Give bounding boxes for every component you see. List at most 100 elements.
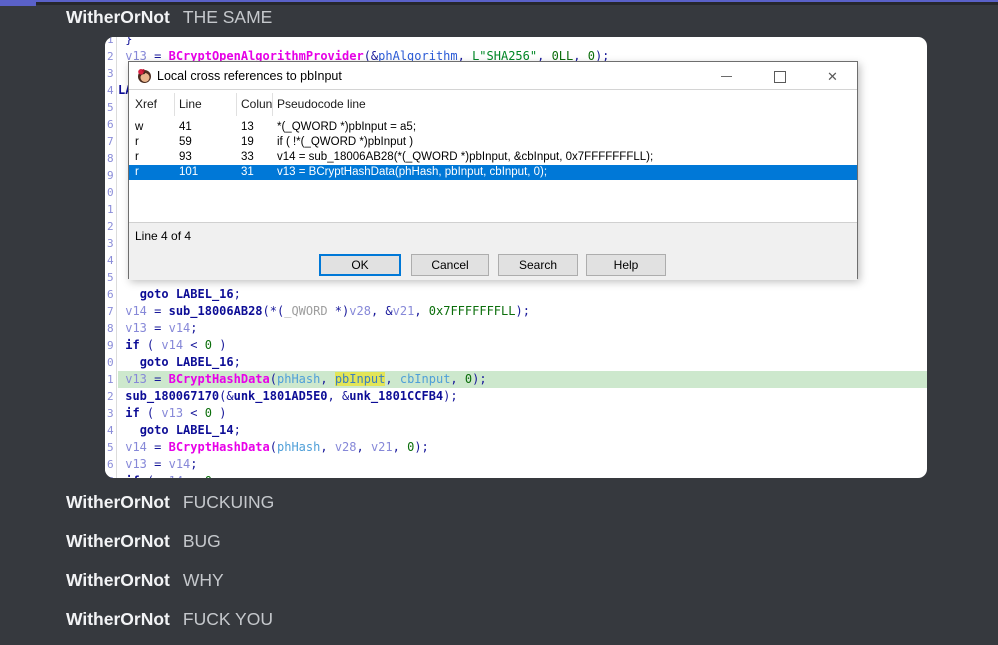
line-number: 5 (107, 99, 117, 116)
dialog-footer: Line 4 of 4 OK Cancel Search Help (129, 222, 857, 280)
message-content: FUCKUING (183, 492, 274, 513)
pseudocode-line: v13 = BCryptHashData(phHash, pbInput, cb… (118, 371, 927, 388)
xref-cell: 31 (241, 165, 254, 180)
line-number: 5 (107, 269, 117, 286)
top-divider (0, 0, 998, 5)
line-number: 6 (107, 116, 117, 133)
line-number: 1 (107, 201, 117, 218)
xref-row[interactable]: r 59 19 if ( !*(_QWORD *)pbInput ) (129, 135, 857, 150)
ida-mascot-icon (136, 68, 152, 84)
pseudocode-line: v14 = BCryptHashData(phHash, v28, v21, 0… (118, 439, 927, 456)
status-text: Line 4 of 4 (135, 229, 191, 243)
column-separator[interactable] (174, 93, 175, 116)
xref-cell: r (135, 150, 139, 165)
pseudocode-line: sub_180067170(&unk_1801AD5E0, &unk_1801C… (118, 388, 927, 405)
pseudocode-line: v13 = v14; (118, 320, 927, 337)
line-number-margin: 123456789012345678901234567 (105, 37, 117, 478)
line-number: 2 (107, 218, 117, 235)
line-number: 4 (107, 252, 117, 269)
line-number: 1 (107, 371, 117, 388)
message-content: FUCK YOU (183, 609, 273, 630)
message-content: BUG (183, 531, 221, 552)
xref-cell: v14 = sub_18006AB28(*(_QWORD *)pbInput, … (277, 150, 653, 165)
chat-message: WitherOrNot FUCKUING (66, 492, 274, 531)
line-number: 2 (107, 388, 117, 405)
line-number: 8 (107, 150, 117, 167)
xref-table-header: Xref Line Colun Pseudocode line (129, 91, 857, 118)
column-header-column[interactable]: Colun (241, 97, 272, 111)
pseudocode-line: goto LABEL_16; (118, 354, 927, 371)
message-author[interactable]: WitherOrNot (66, 609, 170, 630)
close-icon[interactable] (825, 68, 841, 84)
line-number: 1 (107, 37, 117, 48)
xref-row[interactable]: r 101 31 v13 = BCryptHashData(phHash, pbInp… (129, 165, 857, 180)
xref-cell: *(_QWORD *)pbInput = a5; (277, 120, 416, 135)
line-number: 4 (107, 422, 117, 439)
line-number: 5 (107, 439, 117, 456)
pseudocode-line: goto LABEL_16; (118, 286, 927, 303)
pseudocode-line: v14 = sub_18006AB28(*(_QWORD *)v28, &v21… (118, 303, 927, 320)
pseudocode-line: if ( v14 < 0 (118, 473, 927, 478)
line-number: 9 (107, 167, 117, 184)
column-header-pseudocode[interactable]: Pseudocode line (277, 97, 366, 111)
message-content: WHY (183, 570, 224, 591)
column-separator[interactable] (236, 93, 237, 116)
line-number: 7 (107, 473, 117, 478)
xref-row[interactable]: w 41 13 *(_QWORD *)pbInput = a5; (129, 120, 857, 135)
minimize-icon[interactable] (719, 68, 735, 84)
xref-cell: 33 (241, 150, 254, 165)
top-divider-accent (0, 2, 36, 6)
line-number: 2 (107, 48, 117, 65)
xref-cell: w (135, 120, 143, 135)
message-author[interactable]: WitherOrNot (66, 7, 170, 28)
xref-table-body: w 41 13 *(_QWORD *)pbInput = a5; r 59 19 if ( !… (129, 118, 857, 222)
pseudocode-line: v13 = v14; (118, 456, 927, 473)
line-number: 3 (107, 405, 117, 422)
column-header-line[interactable]: Line (179, 97, 202, 111)
xref-cell: 13 (241, 120, 254, 135)
xref-cell: if ( !*(_QWORD *)pbInput ) (277, 135, 413, 150)
line-number: 3 (107, 235, 117, 252)
xref-cell: 101 (179, 165, 198, 180)
line-number: 0 (107, 184, 117, 201)
line-number: 3 (107, 65, 117, 82)
search-button[interactable]: Search (498, 254, 578, 276)
xref-dialog: Local cross references to pbInput Xref L… (128, 61, 858, 279)
line-number: 7 (107, 303, 117, 320)
xref-cell: r (135, 135, 139, 150)
line-number: 9 (107, 337, 117, 354)
line-number: 0 (107, 354, 117, 371)
highlighted-identifier: pbInput (335, 372, 386, 386)
cancel-button[interactable]: Cancel (411, 254, 489, 276)
xref-cell: 59 (179, 135, 192, 150)
pseudocode-line: goto LABEL_14; (118, 422, 927, 439)
message-author[interactable]: WitherOrNot (66, 492, 170, 513)
pseudocode-line: if ( v13 < 0 ) (118, 405, 927, 422)
line-number: 7 (107, 133, 117, 150)
maximize-icon[interactable] (771, 68, 787, 84)
xref-row[interactable]: r 93 33 v14 = sub_18006AB28(*(_QWORD *)pbIn… (129, 150, 857, 165)
xref-cell: 41 (179, 120, 192, 135)
line-number: 6 (107, 456, 117, 473)
chat-message: WitherOrNot THE SAME (66, 7, 272, 28)
chat-message: WitherOrNot BUG (66, 531, 274, 570)
chat-message: WitherOrNot FUCK YOU (66, 609, 274, 645)
dialog-titlebar[interactable]: Local cross references to pbInput (129, 62, 857, 90)
message-author[interactable]: WitherOrNot (66, 570, 170, 591)
message-content: THE SAME (183, 7, 272, 28)
column-separator[interactable] (272, 93, 273, 116)
xref-cell: v13 = BCryptHashData(phHash, pbInput, cb… (277, 165, 547, 180)
xref-cell: 19 (241, 135, 254, 150)
dialog-title: Local cross references to pbInput (157, 69, 342, 83)
xref-cell: 93 (179, 150, 192, 165)
chat-message: WitherOrNot WHY (66, 570, 274, 609)
message-author[interactable]: WitherOrNot (66, 531, 170, 552)
help-button[interactable]: Help (586, 254, 666, 276)
chat-message-list: WitherOrNotFUCKUINGWitherOrNotBUGWitherO… (66, 492, 274, 645)
column-header-xref[interactable]: Xref (135, 97, 157, 111)
pseudocode-line: } (118, 37, 927, 48)
line-number: 8 (107, 320, 117, 337)
ok-button[interactable]: OK (319, 254, 401, 276)
xref-cell: r (135, 165, 139, 180)
pseudocode-line: if ( v14 < 0 ) (118, 337, 927, 354)
